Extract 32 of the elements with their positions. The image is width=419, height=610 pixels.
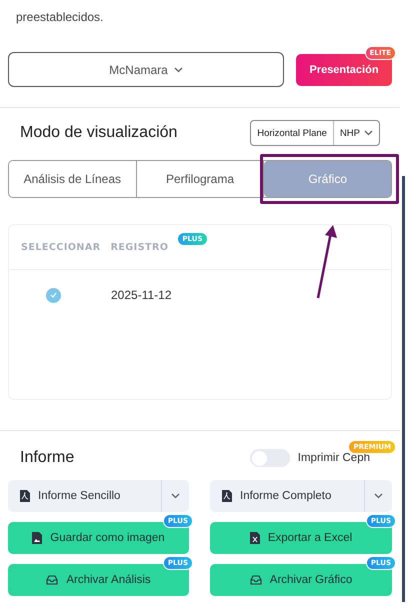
caret-icon — [364, 130, 373, 136]
plane-dropdown[interactable]: NHP — [332, 121, 379, 145]
plane-selector[interactable]: Horizontal Plane NHP — [250, 120, 380, 146]
report-button[interactable]: Informe Sencillo — [8, 480, 161, 512]
plane-label: Horizontal Plane — [251, 121, 333, 145]
presentation-button[interactable]: Presentación — [296, 54, 392, 86]
image-file-icon — [32, 532, 42, 544]
column-header: REGISTRO — [110, 242, 168, 252]
caret-icon — [171, 493, 180, 499]
action-button[interactable]: Archivar Gráfico — [210, 564, 392, 596]
report-button[interactable]: Informe Completo — [210, 480, 364, 512]
date-cell: 2025-11-12 — [111, 288, 172, 302]
section-title: Informe — [20, 449, 74, 467]
action-button[interactable]: Exportar a Excel — [210, 522, 392, 554]
report-split-button[interactable]: Informe Completo — [210, 480, 392, 512]
document-icon — [222, 490, 232, 502]
column-header: SELECCIONAR — [21, 242, 101, 252]
check-icon — [50, 292, 57, 298]
action-button[interactable]: Archivar Análisis — [8, 564, 189, 596]
description-text: preestablecidos. — [15, 9, 104, 26]
spreadsheet-file-icon — [250, 532, 260, 544]
analysis-select[interactable]: McNamara — [8, 52, 284, 87]
caret-icon — [374, 493, 383, 499]
toggle-label: Imprimir Ceph — [298, 452, 370, 464]
inbox-icon — [250, 575, 262, 585]
inbox-icon — [46, 575, 58, 585]
section-title: Modo de visualización — [20, 124, 178, 142]
report-split-button[interactable]: Informe Sencillo — [8, 480, 189, 512]
caret-icon — [174, 66, 183, 72]
document-icon — [20, 490, 30, 502]
action-button[interactable]: Guardar como imagen — [8, 522, 189, 554]
row-checkbox[interactable] — [46, 288, 61, 302]
